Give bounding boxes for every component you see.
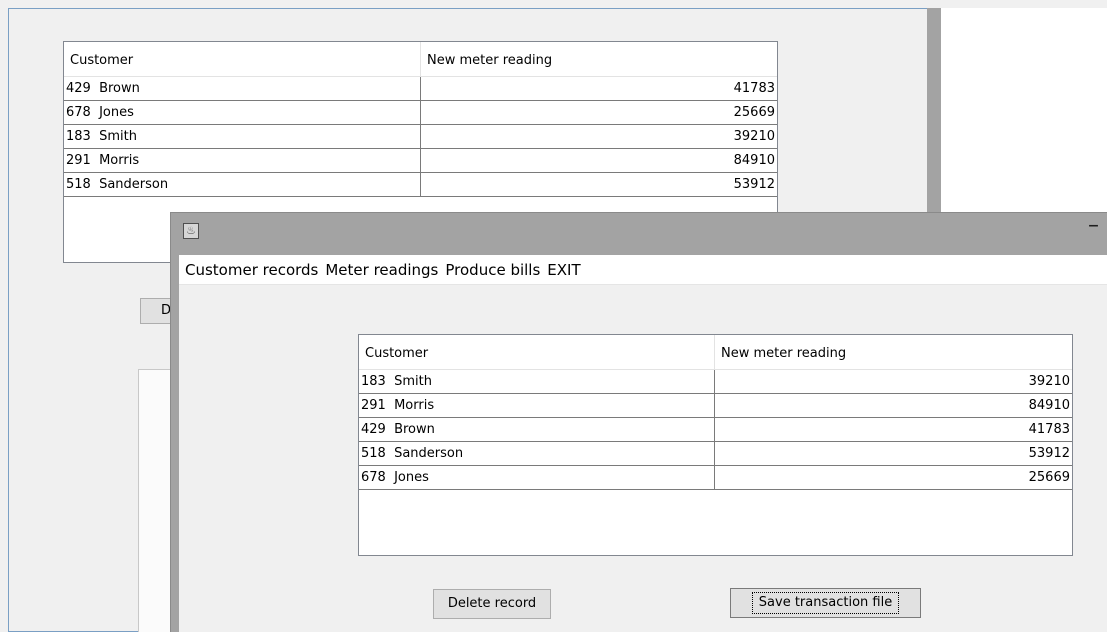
save-transaction-file-button[interactable]: Save transaction file — [730, 588, 921, 618]
menu-produce-bills[interactable]: Produce bills — [445, 261, 540, 279]
delete-record-button[interactable]: Delete record — [433, 589, 551, 619]
table-row[interactable]: 518 Sanderson 53912 — [359, 442, 1072, 466]
reading-cell[interactable]: 84910 — [421, 149, 777, 173]
table-row[interactable]: 183 Smith 39210 — [359, 370, 1072, 394]
customer-cell[interactable]: 183 Smith — [64, 125, 421, 149]
customer-cell[interactable]: 183 Smith — [359, 370, 715, 394]
meter-readings-table: Customer New meter reading 183 Smith 3921… — [358, 334, 1073, 556]
window-frame — [171, 255, 179, 632]
table-row[interactable]: 429 Brown 41783 — [64, 77, 777, 101]
customer-cell[interactable]: 429 Brown — [359, 418, 715, 442]
table-row[interactable]: 429 Brown 41783 — [359, 418, 1072, 442]
customer-cell[interactable]: 429 Brown — [64, 77, 421, 101]
customer-cell[interactable]: 518 Sanderson — [359, 442, 715, 466]
table-row[interactable]: 183 Smith 39210 — [64, 125, 777, 149]
reading-cell[interactable]: 39210 — [421, 125, 777, 149]
reading-cell[interactable]: 25669 — [715, 466, 1072, 490]
customer-cell[interactable]: 678 Jones — [359, 466, 715, 490]
table-row[interactable]: 291 Morris 84910 — [359, 394, 1072, 418]
menu-exit[interactable]: EXIT — [547, 261, 580, 279]
table-row[interactable]: 678 Jones 25669 — [64, 101, 777, 125]
title-bar[interactable]: ♨ – — [171, 213, 1107, 255]
table-row[interactable]: 678 Jones 25669 — [359, 466, 1072, 490]
minimize-icon[interactable]: – — [1088, 215, 1099, 237]
customer-cell[interactable]: 291 Morris — [64, 149, 421, 173]
table-row[interactable]: 518 Sanderson 53912 — [64, 173, 777, 197]
column-header-customer[interactable]: Customer — [359, 335, 715, 369]
menu-customer-records[interactable]: Customer records — [185, 261, 318, 279]
reading-cell[interactable]: 39210 — [715, 370, 1072, 394]
column-header-reading[interactable]: New meter reading — [421, 42, 777, 76]
customer-cell[interactable]: 518 Sanderson — [64, 173, 421, 197]
reading-cell[interactable]: 53912 — [421, 173, 777, 197]
reading-cell[interactable]: 84910 — [715, 394, 1072, 418]
table-header: Customer New meter reading — [359, 335, 1072, 370]
reading-cell[interactable]: 25669 — [421, 101, 777, 125]
customer-cell[interactable]: 678 Jones — [64, 101, 421, 125]
reading-cell[interactable]: 41783 — [715, 418, 1072, 442]
menu-meter-readings[interactable]: Meter readings — [325, 261, 438, 279]
background-scrollbar[interactable] — [927, 8, 941, 218]
reading-cell[interactable]: 41783 — [421, 77, 777, 101]
customer-cell[interactable]: 291 Morris — [359, 394, 715, 418]
save-transaction-file-label: Save transaction file — [751, 592, 900, 614]
table-row[interactable]: 291 Morris 84910 — [64, 149, 777, 173]
reading-cell[interactable]: 53912 — [715, 442, 1072, 466]
table-header: Customer New meter reading — [64, 42, 777, 77]
menu-bar: Customer records Meter readings Produce … — [179, 255, 1107, 285]
column-header-customer[interactable]: Customer — [64, 42, 421, 76]
column-header-reading[interactable]: New meter reading — [715, 335, 1072, 369]
java-cup-icon: ♨ — [183, 223, 199, 239]
